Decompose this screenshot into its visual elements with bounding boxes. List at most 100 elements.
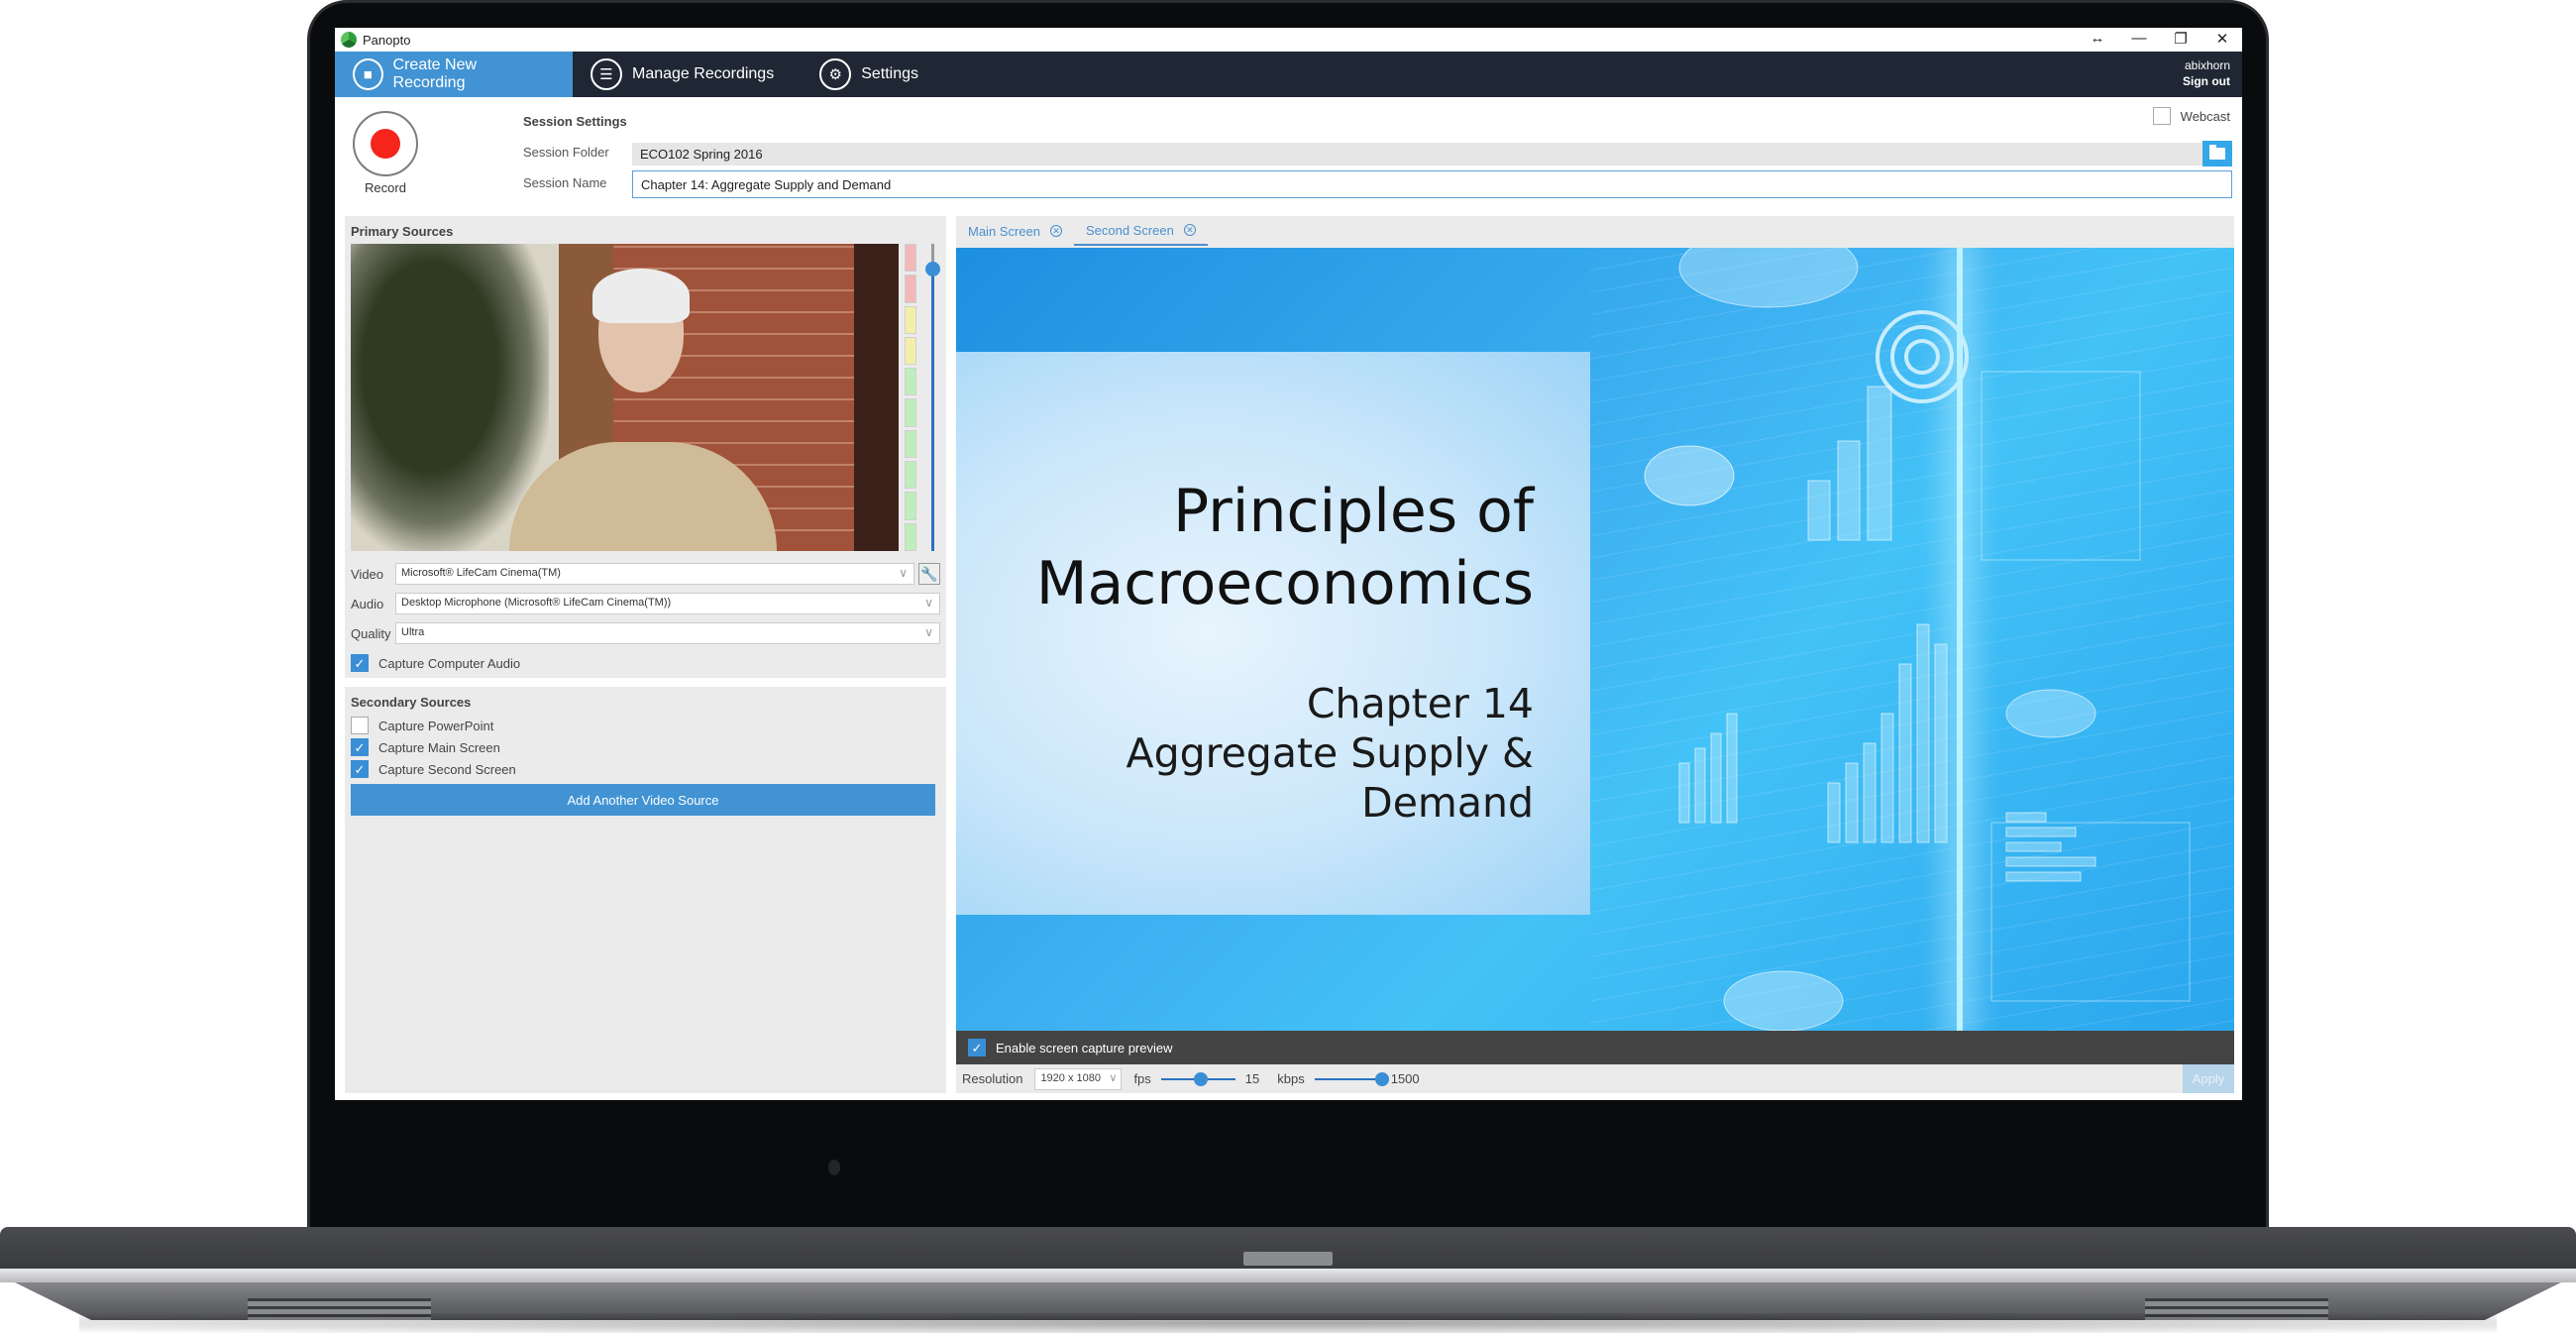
capture-powerpoint-checkbox[interactable] [351, 717, 369, 734]
webcast-label: Webcast [2180, 108, 2230, 124]
fps-thumb[interactable] [1194, 1071, 1209, 1086]
nav-settings[interactable]: ⚙ Settings [802, 52, 946, 97]
fps-slider[interactable] [1160, 1071, 1235, 1086]
tab-second-screen[interactable]: Second Screen ✕ [1073, 216, 1208, 246]
audio-level-segment [905, 398, 916, 427]
volume-thumb[interactable] [925, 261, 940, 277]
slide-subtitle: Chapter 14 Aggregate Supply & Demand [956, 679, 1534, 828]
record-icon [371, 129, 400, 159]
video-source-row: Video Microsoft® LifeCam Cinema(TM) 🔧 [351, 563, 940, 585]
title-bar: Panopto ↔ — ❐ ✕ [335, 28, 2242, 52]
apply-button[interactable]: Apply [2183, 1064, 2234, 1093]
capture-main-screen-checkbox[interactable]: ✓ [351, 738, 369, 756]
tab-main-screen[interactable]: Main Screen ✕ [956, 216, 1074, 246]
decor-target [1904, 339, 1940, 375]
capture-second-screen-label: Capture Second Screen [378, 761, 516, 777]
laptop-base-stripe [0, 1269, 2576, 1282]
decor-bar [1898, 663, 1912, 843]
browse-folder-button[interactable] [2202, 141, 2232, 167]
preview-door [854, 244, 899, 551]
primary-sources-panel: Primary Sources Video Microsoft® LifeCam… [345, 216, 946, 678]
preview-person-hair [592, 269, 690, 323]
session-settings: Record Session Settings Session Folder E… [335, 97, 2242, 206]
fps-label: fps [1133, 1071, 1151, 1086]
kbps-value: 1500 [1390, 1071, 1420, 1086]
audio-level-segment [905, 429, 916, 459]
capture-computer-audio-label: Capture Computer Audio [378, 655, 521, 671]
restore-icon[interactable]: ❐ [2171, 30, 2191, 48]
add-video-source-button[interactable]: Add Another Video Source [351, 784, 935, 816]
record-label: Record [365, 180, 406, 195]
decor-bar [2005, 856, 2096, 867]
enable-preview-bar: ✓ Enable screen capture preview [956, 1031, 2234, 1064]
nav-create-new-recording[interactable]: ■ Create New Recording [335, 52, 573, 97]
resize-arrows-icon[interactable]: ↔ [2088, 30, 2107, 48]
decor-bar [2005, 827, 2077, 837]
audio-level-segment [905, 244, 916, 273]
enable-preview-checkbox[interactable]: ✓ [968, 1039, 986, 1056]
decor-bar [1710, 732, 1722, 824]
decor-pie [1678, 248, 1859, 308]
kbps-thumb[interactable] [1374, 1071, 1389, 1086]
close-tab-icon[interactable]: ✕ [1183, 224, 1196, 236]
laptop-notch [1243, 1252, 1333, 1266]
secondary-sources-panel: Secondary Sources Capture PowerPoint ✓ C… [345, 687, 946, 1093]
decor-target [1890, 325, 1954, 389]
sign-out-link[interactable]: Sign out [2183, 73, 2230, 89]
quality-row: Quality Ultra [351, 622, 940, 644]
audio-source-select[interactable]: Desktop Microphone (Microsoft® LifeCam C… [395, 593, 940, 614]
capture-main-screen-label: Capture Main Screen [378, 739, 500, 755]
session-folder-field[interactable]: ECO102 Spring 2016 [632, 143, 2202, 166]
audio-level-segment [905, 275, 916, 303]
webcast-checkbox[interactable] [2152, 107, 2171, 125]
folder-icon [2209, 145, 2225, 160]
slide-title-line: Macroeconomics [1035, 549, 1534, 618]
video-source-select[interactable]: Microsoft® LifeCam Cinema(TM) [395, 563, 914, 585]
close-icon[interactable]: ✕ [2212, 30, 2232, 48]
decor-bar [1807, 480, 1831, 541]
capture-main-screen[interactable]: ✓ Capture Main Screen [351, 738, 500, 756]
session-settings-title: Session Settings [523, 114, 627, 129]
nav-manage-recordings[interactable]: ☰ Manage Recordings [573, 52, 802, 97]
decor-table [1981, 371, 2141, 561]
nav-label: Settings [861, 65, 919, 82]
slide-decor-glow [1957, 248, 1963, 1031]
capture-computer-audio[interactable]: ✓ Capture Computer Audio [351, 654, 520, 672]
resolution-select[interactable]: 1920 x 1080 [1034, 1067, 1123, 1090]
nav-label: Create New Recording [392, 56, 478, 91]
close-tab-icon[interactable]: ✕ [1049, 225, 1062, 237]
wrench-icon[interactable]: 🔧 [918, 563, 940, 585]
audio-level-meter [905, 244, 916, 551]
quality-select[interactable]: Ultra [395, 622, 940, 644]
screen-capture-preview: Principles of Macroeconomics Chapter 14 … [956, 248, 2234, 1031]
audio-level-segment [905, 522, 916, 551]
laptop-base [0, 1227, 2576, 1321]
audio-source-row: Audio Desktop Microphone (Microsoft® Lif… [351, 593, 940, 614]
kbps-slider[interactable] [1314, 1071, 1389, 1086]
session-name-input[interactable] [632, 170, 2232, 198]
audio-level-segment [905, 368, 916, 396]
record-button[interactable] [353, 111, 418, 176]
kbps-label: kbps [1277, 1071, 1305, 1086]
laptop-shadow [79, 1313, 2497, 1333]
capture-second-screen-checkbox[interactable]: ✓ [351, 760, 369, 778]
webcast-toggle[interactable]: Webcast [2152, 107, 2230, 125]
screen-preview-panel: Main Screen ✕ Second Screen ✕ Principles… [956, 216, 2234, 1093]
decor-pie [1723, 970, 1844, 1031]
session-folder-label: Session Folder [523, 145, 609, 160]
slide-title-box: Principles of Macroeconomics Chapter 14 … [956, 352, 1590, 915]
audio-level-segment [905, 305, 916, 334]
volume-slider[interactable] [925, 244, 940, 551]
window-title: Panopto [363, 32, 411, 48]
panopto-window: Panopto ↔ — ❐ ✕ ■ Create New Recording ☰… [335, 28, 2242, 1100]
capture-computer-audio-checkbox[interactable]: ✓ [351, 654, 369, 672]
decor-bar [2005, 871, 2082, 882]
minimize-icon[interactable]: — [2129, 30, 2149, 48]
decor-bar [1678, 762, 1690, 824]
decor-bar [1827, 782, 1841, 843]
capture-powerpoint[interactable]: Capture PowerPoint [351, 717, 493, 734]
capture-second-screen[interactable]: ✓ Capture Second Screen [351, 760, 516, 778]
decor-bar [1934, 643, 1948, 843]
decor-bar [1867, 386, 1892, 541]
slide-subtitle-line: Aggregate Supply & Demand [1126, 729, 1534, 827]
